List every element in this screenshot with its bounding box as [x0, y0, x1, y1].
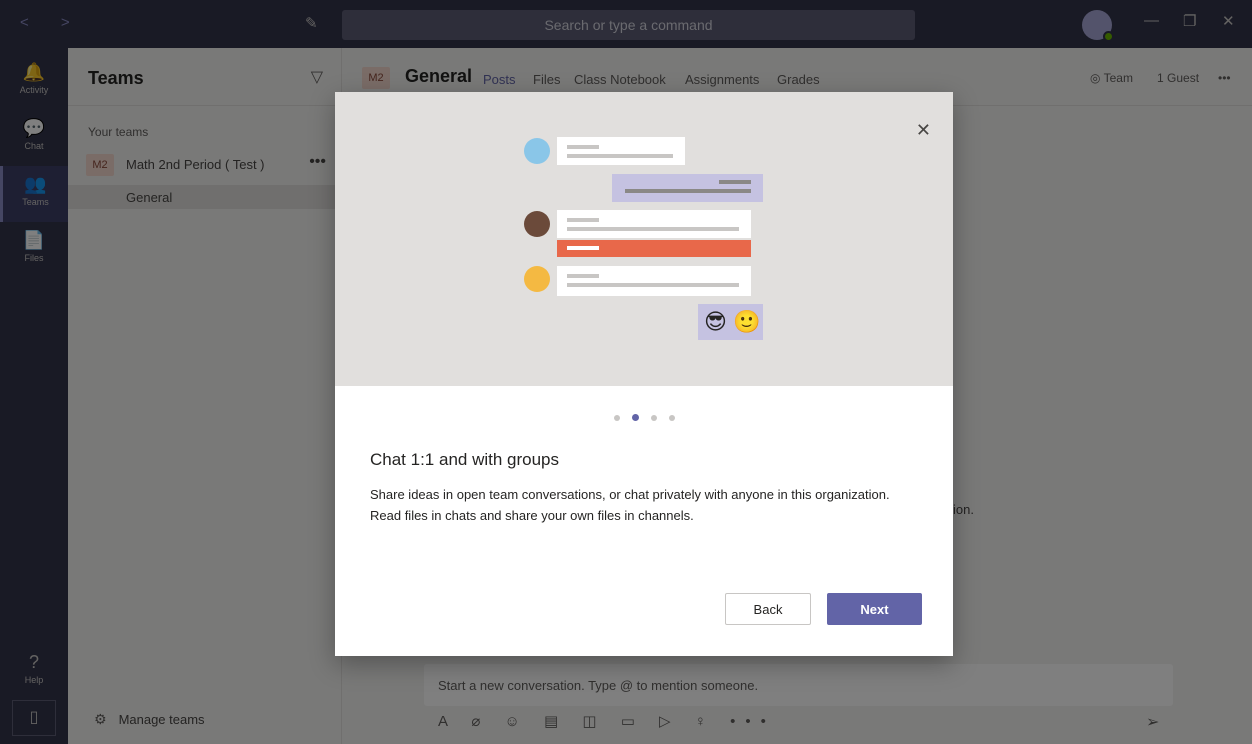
dialog-body: Share ideas in open team conversations, … — [370, 487, 890, 523]
emoji-bubble: 😎 🙂 — [698, 304, 763, 340]
chat-bubble-own — [612, 174, 763, 202]
back-button[interactable]: Back — [725, 593, 811, 625]
file-attachment-bar — [557, 240, 751, 257]
page-dot-2[interactable] — [631, 414, 639, 421]
close-icon[interactable]: ✕ — [916, 120, 931, 141]
onboarding-dialog: 😎 🙂 ✕ Chat 1:1 and with groups Share ide… — [335, 92, 953, 656]
pagination-dots — [335, 408, 953, 426]
dialog-title: Chat 1:1 and with groups — [370, 450, 560, 469]
page-dot-4[interactable] — [668, 415, 675, 421]
next-button[interactable]: Next — [827, 593, 922, 625]
person-avatar-icon — [524, 211, 550, 237]
page-dot-1[interactable] — [613, 415, 620, 421]
person-avatar-icon — [524, 138, 550, 164]
person-avatar-icon — [524, 266, 550, 292]
page-dot-3[interactable] — [650, 415, 657, 421]
chat-bubble — [557, 137, 685, 165]
chat-illustration: 😎 🙂 ✕ — [335, 92, 953, 386]
chat-bubble — [557, 210, 751, 238]
sunglasses-emoji-icon: 😎 — [704, 309, 727, 334]
chat-bubble — [557, 266, 751, 296]
smile-emoji-icon: 🙂 — [733, 309, 761, 334]
